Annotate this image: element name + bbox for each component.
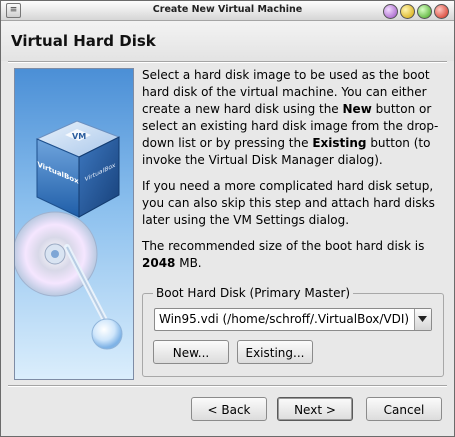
recommended-size-value: 2048 (142, 256, 176, 270)
svg-text:VM: VM (72, 132, 86, 141)
close-button[interactable] (434, 4, 449, 19)
next-button[interactable]: Next > (277, 397, 353, 421)
minimize-button[interactable] (400, 4, 415, 19)
size-unit: MB. (175, 256, 202, 270)
shade-button[interactable] (383, 4, 398, 19)
chevron-down-icon (418, 316, 427, 322)
back-button[interactable]: < Back (191, 397, 267, 421)
description: Select a hard disk image to be used as t… (142, 67, 446, 281)
description-paragraph-1: Select a hard disk image to be used as t… (142, 67, 446, 169)
cancel-button[interactable]: Cancel (366, 397, 442, 421)
maximize-button[interactable] (417, 4, 432, 19)
dropdown-arrow[interactable] (414, 309, 431, 330)
new-keyword: New (342, 102, 372, 116)
description-text: The recommended size of the boot hard di… (142, 239, 425, 253)
header-divider (8, 61, 447, 63)
page-title: Virtual Hard Disk (11, 32, 156, 50)
boot-disk-group-title: Boot Hard Disk (Primary Master) (153, 286, 354, 300)
existing-keyword: Existing (312, 136, 367, 150)
existing-disk-button[interactable]: Existing... (237, 340, 313, 364)
hard-disk-selected-value: Win95.vdi (/home/schroff/.VirtualBox/VDI… (159, 312, 410, 326)
footer-divider (8, 385, 447, 387)
page-header: Virtual Hard Disk (1, 21, 454, 61)
virtualbox-illustration: VM VirtualBox VirtualBox (14, 68, 134, 380)
new-disk-button[interactable]: New... (153, 340, 229, 364)
title-bar[interactable]: ≡ Create New Virtual Machine (1, 1, 454, 21)
hard-disk-dropdown[interactable]: Win95.vdi (/home/schroff/.VirtualBox/VDI… (154, 308, 432, 331)
description-paragraph-2: If you need a more complicated hard disk… (142, 179, 435, 227)
wizard-window: ≡ Create New Virtual Machine Virtual Har… (0, 0, 455, 437)
virtualbox-logo-icon: VM (15, 120, 123, 350)
description-paragraph-3: The recommended size of the boot hard di… (142, 238, 446, 272)
